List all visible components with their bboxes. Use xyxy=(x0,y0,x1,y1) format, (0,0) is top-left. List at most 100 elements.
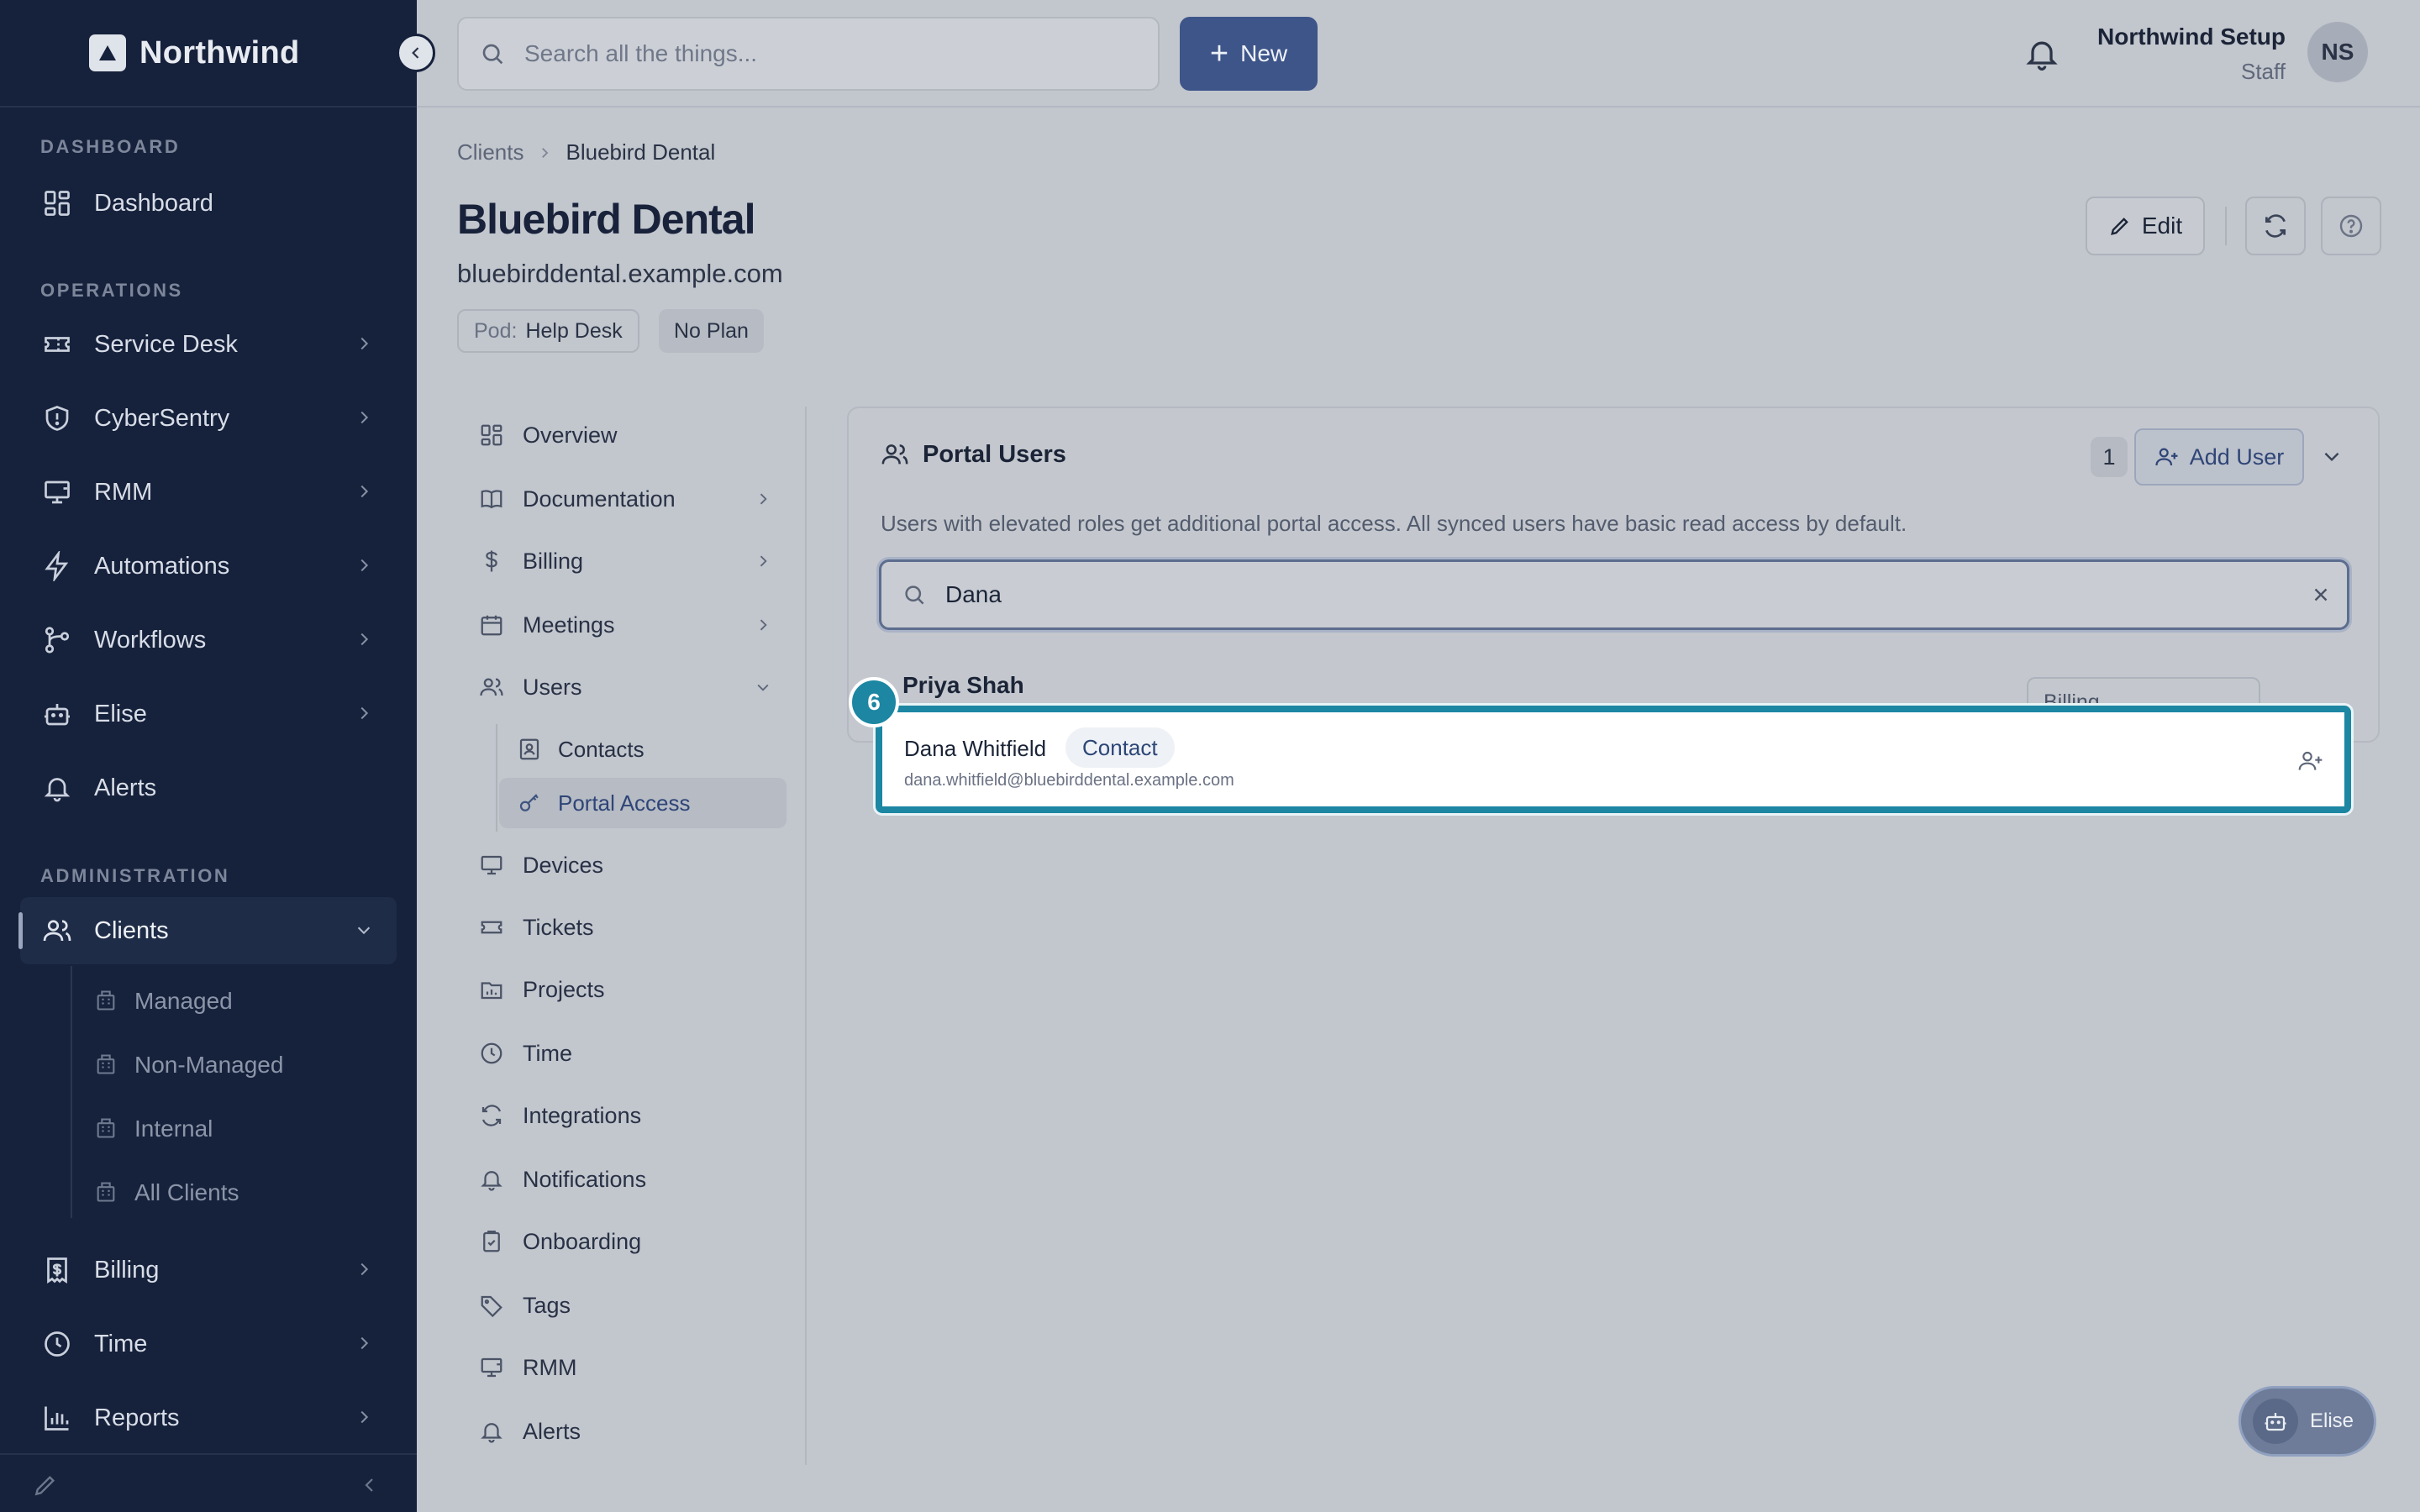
sidebar-item-dashboard[interactable]: Dashboard xyxy=(20,170,397,237)
key-icon xyxy=(516,790,543,816)
sidebar-subitem-all-clients[interactable]: All Clients xyxy=(94,1168,239,1218)
users-icon xyxy=(881,444,908,465)
sidebar-collapse-button[interactable] xyxy=(397,34,435,72)
breadcrumb-current: Bluebird Dental xyxy=(566,139,716,165)
page-title: Bluebird Dental xyxy=(457,196,755,243)
users-icon xyxy=(477,673,506,701)
tab-label: RMM xyxy=(523,1354,577,1380)
sidebar-item-automations[interactable]: Automations xyxy=(20,533,397,600)
brand[interactable]: Northwind xyxy=(0,0,417,108)
topbar: Search all the things... + New Northwind… xyxy=(417,0,2420,108)
help-button[interactable] xyxy=(2321,197,2381,255)
tab-users[interactable]: Users xyxy=(471,662,786,712)
ticket-icon xyxy=(477,913,506,942)
chevron-right-icon xyxy=(755,553,771,570)
divider xyxy=(2225,207,2227,245)
chevron-right-icon xyxy=(755,491,771,507)
result-user-email: dana.whitfield@bluebirddental.example.co… xyxy=(904,771,1234,790)
sidebar-subitem-internal[interactable]: Internal xyxy=(94,1104,213,1154)
monitor-icon xyxy=(477,851,506,879)
tab-meetings[interactable]: Meetings xyxy=(471,600,786,650)
avatar[interactable]: NS xyxy=(2307,22,2368,82)
sidebar-item-label: Elise xyxy=(94,700,147,727)
ticket-icon xyxy=(40,328,74,361)
tab-devices[interactable]: Devices xyxy=(471,840,786,890)
tab-tags[interactable]: Tags xyxy=(471,1280,786,1331)
new-button[interactable]: + New xyxy=(1180,17,1318,91)
search-placeholder: Search all the things... xyxy=(524,40,758,66)
user-name: Northwind Setup xyxy=(2097,24,2286,50)
sidebar-item-rmm[interactable]: RMM xyxy=(20,459,397,526)
sync-icon xyxy=(477,1101,506,1130)
sidebar-subitem-non-managed[interactable]: Non-Managed xyxy=(94,1040,283,1090)
breadcrumb: Clients Bluebird Dental xyxy=(457,139,715,165)
sidebar-item-label: Alerts xyxy=(94,774,157,801)
subnav-guide xyxy=(496,724,497,832)
tab-label: Billing xyxy=(523,548,584,574)
sidebar-subitem-managed[interactable]: Managed xyxy=(94,976,233,1026)
chevron-right-icon xyxy=(755,617,771,633)
global-search-input[interactable]: Search all the things... xyxy=(457,17,1160,91)
add-user-button[interactable]: Add User xyxy=(2134,428,2304,486)
tab-rmm[interactable]: RMM xyxy=(471,1342,786,1393)
tab-label: Tags xyxy=(523,1292,571,1318)
tab-contacts[interactable]: Contacts xyxy=(509,724,786,774)
tab-billing[interactable]: Billing xyxy=(471,536,786,586)
robot-icon xyxy=(2253,1399,2298,1444)
tab-integrations[interactable]: Integrations xyxy=(471,1090,786,1141)
collapse-card-chevron-icon[interactable] xyxy=(2321,445,2343,467)
edit-button[interactable]: Edit xyxy=(2086,197,2205,255)
chevron-down-icon xyxy=(355,921,373,939)
user-role: Staff xyxy=(2240,59,2286,84)
clear-search-icon[interactable] xyxy=(2310,584,2332,606)
tab-label: Tickets xyxy=(523,914,594,940)
collapse-left-icon[interactable] xyxy=(360,1475,380,1495)
add-user-label: Add User xyxy=(2189,444,2285,470)
sidebar-item-workflows[interactable]: Workflows xyxy=(20,606,397,674)
receipt-icon xyxy=(40,1253,74,1287)
tab-onboarding[interactable]: Onboarding xyxy=(471,1216,786,1267)
chevron-right-icon xyxy=(355,1334,373,1352)
tab-label: Onboarding xyxy=(523,1228,642,1254)
tab-label: Documentation xyxy=(523,486,676,512)
tab-notifications[interactable]: Notifications xyxy=(471,1154,786,1205)
card-description: Users with elevated roles get additional… xyxy=(881,511,1907,536)
tab-time[interactable]: Time xyxy=(471,1028,786,1079)
building-icon xyxy=(94,1116,119,1142)
sidebar-item-time[interactable]: Time xyxy=(20,1310,397,1378)
user-search-input[interactable]: Dana xyxy=(879,559,2349,630)
chevron-down-icon xyxy=(755,679,771,696)
tab-label: Time xyxy=(523,1040,572,1066)
sidebar-item-cybersentry[interactable]: CyberSentry xyxy=(20,385,397,452)
search-icon xyxy=(479,40,506,67)
refresh-button[interactable] xyxy=(2245,197,2306,255)
folder-chart-icon xyxy=(477,975,506,1004)
sidebar-item-elise[interactable]: Elise xyxy=(20,680,397,748)
chevron-right-icon xyxy=(355,408,373,427)
chevron-right-icon xyxy=(355,704,373,722)
tab-tickets[interactable]: Tickets xyxy=(471,902,786,953)
tab-alerts[interactable]: Alerts xyxy=(471,1406,786,1457)
assistant-button[interactable]: Elise xyxy=(2238,1386,2376,1457)
card-title: Portal Users xyxy=(881,440,1066,469)
bell-icon xyxy=(40,771,74,805)
assistant-label: Elise xyxy=(2310,1410,2354,1432)
tab-label: Portal Access xyxy=(558,790,691,816)
sidebar-subitem-label: Internal xyxy=(134,1116,213,1142)
tab-projects[interactable]: Projects xyxy=(471,964,786,1015)
monitor-icon xyxy=(477,1353,506,1382)
tab-documentation[interactable]: Documentation xyxy=(471,474,786,524)
sidebar-item-reports[interactable]: Reports xyxy=(20,1384,397,1452)
breadcrumb-root[interactable]: Clients xyxy=(457,139,523,165)
sidebar-item-service-desk[interactable]: Service Desk xyxy=(20,311,397,378)
sidebar-item-clients[interactable]: Clients xyxy=(18,897,397,964)
tab-portal-access[interactable]: Portal Access xyxy=(499,778,786,828)
clock-icon xyxy=(40,1327,74,1361)
pencil-icon[interactable] xyxy=(32,1472,59,1499)
tab-label: Devices xyxy=(523,852,604,878)
add-user-plus-icon[interactable] xyxy=(2297,748,2324,774)
tab-overview[interactable]: Overview xyxy=(471,410,786,460)
notifications-bell-icon[interactable] xyxy=(2023,35,2060,72)
sidebar-item-alerts[interactable]: Alerts xyxy=(20,754,397,822)
sidebar-item-billing[interactable]: Billing xyxy=(20,1236,397,1304)
